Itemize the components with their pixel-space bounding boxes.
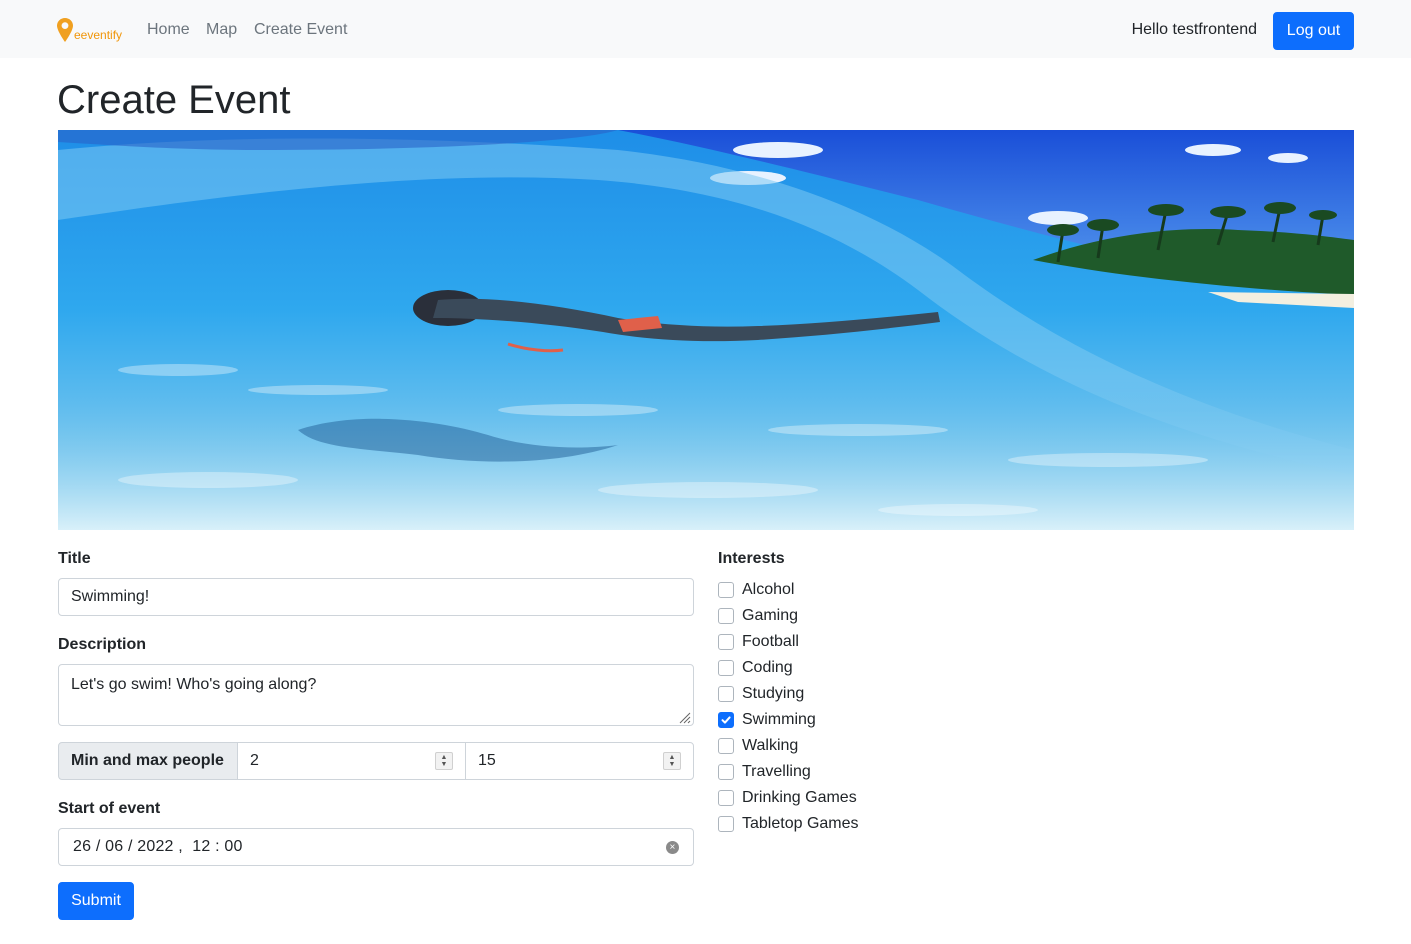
nav-link-create-event[interactable]: Create Event <box>254 20 347 40</box>
max-people-spinner[interactable]: ▲ ▼ <box>663 752 681 770</box>
max-people-value: 15 <box>478 752 496 769</box>
navbar: eeventify Home Map Create Event Hello te… <box>0 0 1411 58</box>
interest-label: Football <box>742 633 799 650</box>
interest-item-travelling[interactable]: Travelling <box>718 762 811 782</box>
min-people-input[interactable]: 2 ▲ ▼ <box>237 742 466 780</box>
min-people-spinner[interactable]: ▲ ▼ <box>435 752 453 770</box>
brand-name: eeventify <box>74 28 123 42</box>
checkmark-icon <box>721 716 731 724</box>
checkbox[interactable] <box>718 634 734 650</box>
checkbox[interactable] <box>718 764 734 780</box>
checkbox-checked[interactable] <box>718 712 734 728</box>
clear-icon[interactable]: × <box>666 841 679 854</box>
interest-label: Tabletop Games <box>742 815 859 832</box>
interest-item-alcohol[interactable]: Alcohol <box>718 580 794 600</box>
resize-handle-icon[interactable] <box>677 710 691 724</box>
interest-item-gaming[interactable]: Gaming <box>718 606 798 626</box>
spinner-up-icon: ▲ <box>440 754 448 761</box>
interest-item-tabletop-games[interactable]: Tabletop Games <box>718 814 859 834</box>
interest-label: Gaming <box>742 607 799 624</box>
event-image <box>58 130 1354 530</box>
interest-label: Walking <box>742 737 799 754</box>
description-textarea[interactable]: Let's go swim! Who's going along? <box>58 664 694 726</box>
start-datetime-input[interactable]: 26 / 06 / 2022 , 12 : 00 × <box>58 828 694 866</box>
start-label: Start of event <box>58 800 161 817</box>
interest-item-football[interactable]: Football <box>718 632 799 652</box>
min-people-value: 2 <box>250 752 259 769</box>
interest-item-coding[interactable]: Coding <box>718 658 793 678</box>
user-greeting: Hello testfrontend <box>1131 21 1257 38</box>
interest-item-swimming[interactable]: Swimming <box>718 710 816 730</box>
checkbox[interactable] <box>718 582 734 598</box>
interest-label: Alcohol <box>742 581 795 598</box>
checkbox[interactable] <box>718 608 734 624</box>
start-datetime-value: 26 / 06 / 2022 , 12 : 00 <box>73 838 243 855</box>
interest-label: Travelling <box>742 763 811 780</box>
checkbox[interactable] <box>718 790 734 806</box>
map-pin-icon <box>57 18 73 42</box>
logout-button[interactable]: Log out <box>1273 12 1354 50</box>
nav-link-map[interactable]: Map <box>206 20 237 40</box>
max-people-input[interactable]: 15 ▲ ▼ <box>465 742 694 780</box>
interest-label: Coding <box>742 659 793 676</box>
nav-link-home[interactable]: Home <box>147 20 190 40</box>
submit-button[interactable]: Submit <box>58 882 134 920</box>
title-input[interactable]: Swimming! <box>58 578 694 616</box>
interest-label: Drinking Games <box>742 789 857 806</box>
people-group-label: Min and max people <box>58 742 238 780</box>
checkbox[interactable] <box>718 738 734 754</box>
checkbox[interactable] <box>718 660 734 676</box>
interest-item-drinking-games[interactable]: Drinking Games <box>718 788 857 808</box>
spinner-down-icon: ▼ <box>668 761 676 768</box>
spinner-down-icon: ▼ <box>440 761 448 768</box>
title-label: Title <box>58 550 91 567</box>
spinner-up-icon: ▲ <box>668 754 676 761</box>
brand-logo[interactable]: eeventify <box>57 18 122 42</box>
interest-label: Swimming <box>742 711 816 728</box>
page-title: Create Event <box>57 78 291 122</box>
interest-item-walking[interactable]: Walking <box>718 736 798 756</box>
checkbox[interactable] <box>718 816 734 832</box>
interest-label: Studying <box>742 685 805 702</box>
checkbox[interactable] <box>718 686 734 702</box>
interest-item-studying[interactable]: Studying <box>718 684 804 704</box>
description-label: Description <box>58 636 147 653</box>
interests-label: Interests <box>718 550 785 567</box>
